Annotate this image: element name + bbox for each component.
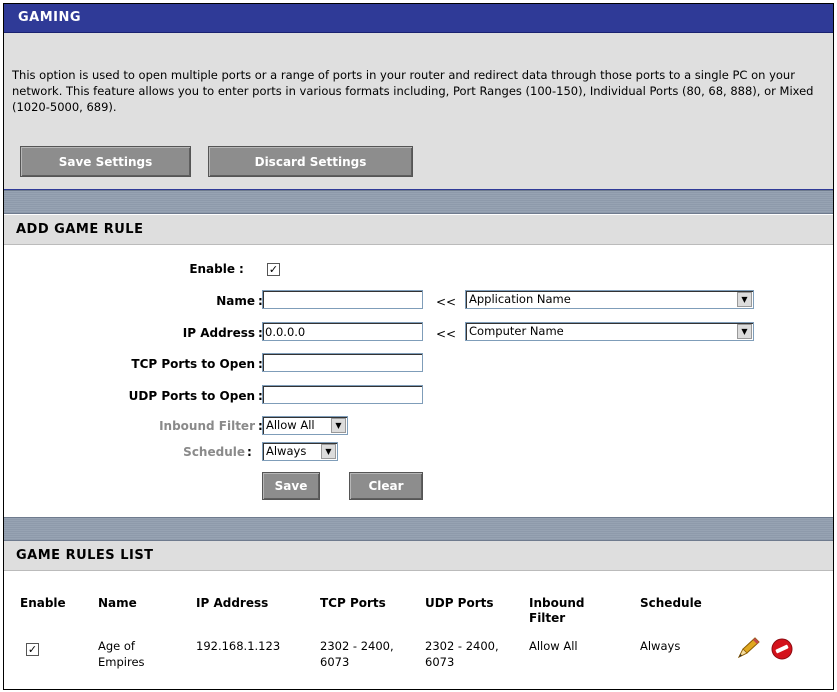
enable-label: Enable [189,262,235,276]
ip-copy-arrow: << [436,327,457,341]
udp-ports-input[interactable] [262,385,423,404]
udp-ports-label: UDP Ports to Open [128,389,255,403]
game-rules-list-title: GAME RULES LIST [16,548,154,563]
computer-name-value: Computer Name [469,324,564,338]
col-ip-header: IP Address [196,596,269,610]
computer-name-select[interactable]: Computer Name ▼ [465,322,754,341]
delete-icon[interactable] [770,637,794,661]
discard-settings-button[interactable]: Discard Settings [208,146,413,177]
ip-address-label: IP Address [182,326,255,340]
schedule-value: Always [266,444,307,458]
section-separator [4,190,833,214]
enable-checkbox[interactable]: ✓ [267,263,280,276]
application-name-value: Application Name [469,292,571,306]
row-tcp: 2302 - 2400, 6073 [320,639,394,669]
chevron-down-icon: ▼ [737,324,752,339]
row-inbound: Allow All [529,639,578,653]
chevron-down-icon: ▼ [737,292,752,307]
clear-rule-button[interactable]: Clear [349,472,423,500]
row-enable-checkbox[interactable]: ✓ [26,643,39,656]
col-tcp-header: TCP Ports [320,596,386,610]
inbound-filter-select[interactable]: Allow All ▼ [262,416,348,435]
col-udp-header: UDP Ports [425,596,494,610]
tcp-ports-input[interactable] [262,353,423,372]
ip-address-input[interactable]: 0.0.0.0 [262,322,423,341]
add-game-rule-header: ADD GAME RULE [4,215,833,245]
row-ip: 192.168.1.123 [196,639,281,653]
page-title-bar: GAMING [4,4,833,33]
col-schedule-header: Schedule [640,596,702,610]
enable-colon: : [239,262,244,276]
schedule-select[interactable]: Always ▼ [262,442,338,461]
schedule-colon: : [247,445,252,459]
col-enable-header: Enable [20,596,66,610]
chevron-down-icon: ▼ [321,444,336,459]
page-title: GAMING [18,10,82,25]
add-game-rule-title: ADD GAME RULE [16,222,144,237]
chevron-down-icon: ▼ [331,418,346,433]
schedule-label: Schedule [183,445,245,459]
game-rules-list-header: GAME RULES LIST [4,541,833,571]
name-input[interactable] [262,290,423,309]
application-name-select[interactable]: Application Name ▼ [465,290,754,309]
name-label: Name [216,294,255,308]
tcp-ports-label: TCP Ports to Open [131,357,255,371]
row-udp: 2302 - 2400, 6073 [425,639,499,669]
row-name: Age of Empires [98,639,145,669]
save-rule-button[interactable]: Save [262,472,320,500]
intro-description: This option is used to open multiple por… [12,68,814,114]
inbound-filter-label: Inbound Filter [159,419,255,433]
row-schedule: Always [640,639,681,653]
name-copy-arrow: << [436,295,457,309]
section-separator [4,517,833,541]
gaming-page: GAMING This option is used to open multi… [3,3,834,690]
intro-panel: This option is used to open multiple por… [4,33,833,190]
pencil-icon[interactable] [735,635,761,661]
col-name-header: Name [98,596,137,610]
save-settings-button[interactable]: Save Settings [20,146,191,177]
inbound-filter-value: Allow All [266,418,315,432]
col-inbound-header: Inbound Filter [529,596,585,625]
